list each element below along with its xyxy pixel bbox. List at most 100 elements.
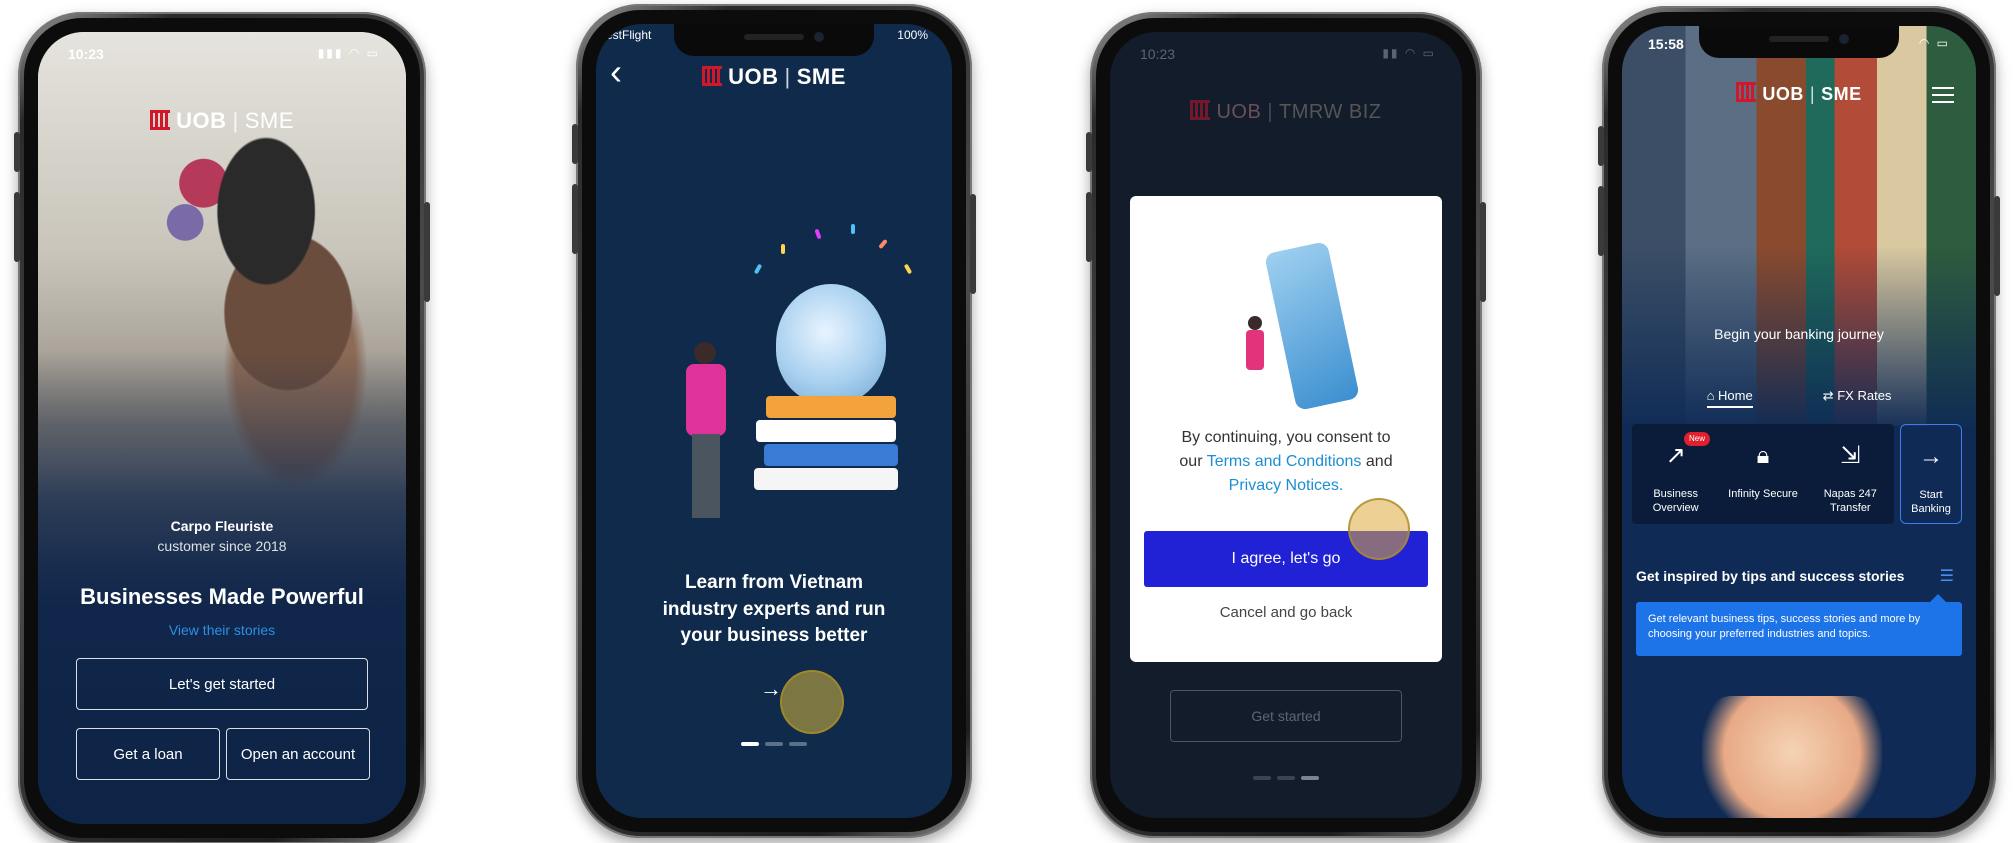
consent-line-1: By continuing, you consent to [1181,429,1391,446]
status-icons: ▮▮▮ ◠ ▭ [317,46,380,60]
status-icons: ▮▮ ◠ ▭ [1382,46,1436,60]
tab-home-label: Home [1718,388,1753,403]
status-bar: 10:23 ▮▮▮ ◠ ▭ [38,46,406,66]
uob-logo-icon [1190,100,1211,120]
consent-our: our [1179,453,1203,470]
side-button [572,124,578,164]
pagination-dots [1110,776,1462,780]
open-account-button[interactable]: Open an account [226,728,370,780]
filter-icon[interactable]: ☰ [1940,566,1954,586]
logo-product: SME [1821,84,1862,104]
page-dot[interactable] [765,742,783,746]
testflight-label: estFlight [606,28,652,42]
logo-brand: UOB [728,64,779,89]
page-dot[interactable] [1301,776,1319,780]
consent-text: By continuing, you consent to our Terms … [1130,426,1442,498]
napas-transfer-action[interactable]: ⇲ Napas 247 Transfer [1807,424,1894,524]
tab-home[interactable]: ⌂ Home [1706,388,1753,408]
infinity-secure-action[interactable]: 🔒︎ Infinity Secure [1719,424,1806,524]
uob-tmrw-logo: UOB | TMRW BIZ [1110,100,1462,124]
get-started-button[interactable]: Get started [1170,690,1402,742]
banner-text: Begin your banking journey [1714,326,1884,342]
side-button [572,184,578,254]
home-screen: 15:58 ◠ ▭ UOB | SME Begin your banking jou… [1622,26,1976,818]
tips-tooltip: Get relevant business tips, success stor… [1636,594,1962,656]
consent-screen: 10:23 ▮▮ ◠ ▭ UOB | TMRW BIZ By continuing,… [1110,32,1462,818]
logo-brand: UOB [1762,84,1804,104]
onboarding-screen: estFlight 100% ‹ UOB | SME Learn from Vie [596,24,952,818]
side-button [1994,196,2000,296]
uob-logo-icon [1736,82,1757,102]
side-button [1598,126,1604,166]
status-time: 10:23 [1140,46,1176,62]
fx-icon: ⇄ [1822,388,1838,403]
status-icons: ◠ ▭ [1918,36,1950,50]
lightbulb-illustration [776,284,886,404]
uob-sme-logo: UOB | SME [596,64,952,90]
quick-actions: ↗ New Business Overview 🔒︎ Infinity Secu… [1632,424,1894,524]
cancel-button[interactable]: Cancel and go back [1130,604,1442,621]
status-bar: 10:23 ▮▮ ◠ ▭ [1110,46,1462,66]
side-button [424,202,430,302]
page-dot[interactable] [789,742,807,746]
battery-level: 100% [897,28,928,42]
consent-line-2: our Terms and Conditions and [1130,450,1442,474]
business-overview-action[interactable]: ↗ New Business Overview [1632,424,1719,524]
chart-up-icon: ↗ [1665,442,1686,469]
tab-fx-label: FX Rates [1837,388,1892,403]
caption-name: Carpo Fleuriste [170,518,274,534]
uob-sme-logo: UOB | SME [38,108,406,134]
transfer-icon: ⇲ [1840,442,1861,469]
side-button [1480,202,1486,302]
status-time: 15:58 [1648,36,1684,52]
caption-since: customer since 2018 [157,538,287,554]
welcome-screen: 10:23 ▮▮▮ ◠ ▭ UOB | SME Carpo Fleuriste cu… [38,32,406,824]
action-label: Infinity Secure [1728,488,1798,500]
logo-product: SME [796,64,846,89]
next-arrow-icon[interactable]: → [760,676,782,702]
logo-separator: | [232,108,239,133]
consent-and: and [1365,453,1393,470]
side-button [1598,186,1604,256]
logo-product: SME [244,108,294,133]
side-button [1086,192,1092,262]
consent-modal: By continuing, you consent to our Terms … [1130,196,1442,662]
menu-icon[interactable] [1932,82,1954,108]
home-icon: ⌂ [1706,388,1719,403]
status-bar: estFlight 100% [596,28,952,48]
uob-sme-logo: UOB | SME [1622,82,1976,105]
logo-brand: UOB [176,108,227,133]
side-button [14,132,20,172]
get-loan-button[interactable]: Get a loan [76,728,220,780]
side-button [970,194,976,294]
uob-logo-icon [150,110,171,130]
uob-logo-icon [702,66,723,86]
phone-mockup-welcome: 10:23 ▮▮▮ ◠ ▭ UOB | SME Carpo Fleuriste cu… [14,12,430,843]
action-label: Business Overview [1652,488,1699,514]
privacy-link[interactable]: Privacy Notices. [1130,474,1442,498]
handshake-illustration [1702,696,1882,818]
logo-brand: UOB [1216,101,1262,123]
action-label: Napas 247 Transfer [1823,488,1877,514]
side-button [14,192,20,262]
onboarding-message: Learn from Vietnam industry experts and … [662,572,886,647]
page-dot[interactable] [1277,776,1295,780]
logo-separator: | [1809,84,1816,104]
terms-link[interactable]: Terms and Conditions [1207,453,1362,470]
headline: Businesses Made Powerful [80,584,364,609]
side-button [1086,132,1092,172]
touch-indicator [780,670,844,734]
view-stories-link[interactable]: View their stories [38,622,406,638]
page-dot[interactable] [1253,776,1271,780]
status-bar: 15:58 ◠ ▭ [1622,36,1976,56]
new-badge: New [1684,432,1711,446]
logo-separator: | [1267,101,1274,123]
get-started-button[interactable]: Let's get started [76,658,368,710]
tab-fx-rates[interactable]: ⇄ FX Rates [1823,388,1892,408]
logo-product: TMRW BIZ [1279,101,1382,123]
pagination-dots [596,742,952,746]
touch-indicator [1348,498,1410,560]
page-dot[interactable] [741,742,759,746]
start-banking-button[interactable]: → Start Banking [1900,424,1962,524]
person-illustration [1246,330,1264,370]
